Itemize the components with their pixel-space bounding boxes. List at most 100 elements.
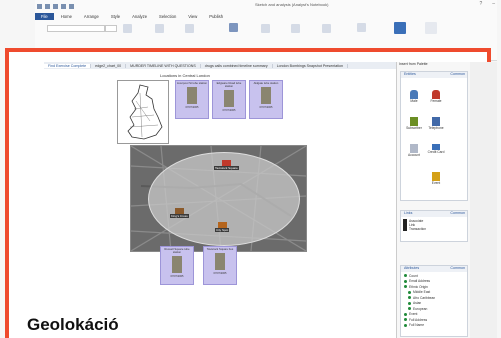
link-swatch-icon	[403, 227, 407, 231]
entity-female[interactable]: Female	[426, 90, 446, 103]
account-icon	[410, 144, 418, 153]
attribute-label: Afro Caribbean	[413, 295, 436, 300]
pin-label: Tavistock Square	[214, 166, 239, 170]
menu-style[interactable]: Style	[106, 14, 125, 19]
save-icon[interactable]	[37, 3, 42, 9]
card-caption: Edgware Road tube station	[216, 81, 242, 89]
entity-event[interactable]: Event	[426, 172, 446, 185]
entities-section: Entities Common Male Female Subscriber T…	[400, 71, 468, 201]
entity-style-icon[interactable]	[123, 24, 132, 33]
frame-color-icon[interactable]	[155, 24, 164, 33]
photo-thumbnail	[215, 253, 225, 271]
change-entity-icon[interactable]	[425, 22, 437, 34]
attribute-item[interactable]: Full Name	[404, 323, 464, 329]
menu-analyze[interactable]: Analyze	[127, 14, 152, 19]
entity-label: Credit Card	[427, 150, 445, 154]
menu-file[interactable]: File	[35, 12, 54, 20]
links-section: Links Common Associate Link Transaction	[400, 210, 468, 242]
card-caption: Liverpool St tube station	[176, 81, 207, 85]
photo-thumbnail	[172, 256, 182, 274]
card-date: 07/07/2005	[222, 109, 236, 113]
chart-title: Locations in Central London	[160, 73, 210, 78]
attribute-label: Ethnic Origin	[409, 284, 428, 289]
male-icon	[410, 90, 418, 99]
attribute-dot-icon	[404, 318, 407, 322]
attribute-dot-icon	[404, 323, 407, 327]
entity-label: Account	[408, 153, 420, 157]
entity-label: Female	[430, 99, 442, 103]
tab-find-exercise[interactable]: Find Exercise Complete	[44, 63, 92, 68]
map-pin[interactable]: City Spot	[215, 222, 230, 232]
entity-account[interactable]: Account	[404, 144, 424, 157]
open-icon[interactable]	[61, 3, 66, 9]
window-controls: ? –	[479, 1, 495, 7]
attribute-label: Full Name	[409, 323, 425, 328]
attributes-title: Attributes	[404, 266, 420, 270]
format-painter-icon[interactable]	[394, 22, 406, 34]
quick-access-toolbar	[37, 2, 74, 10]
attribute-dot-icon	[404, 279, 407, 283]
attribute-dot-icon	[408, 296, 411, 300]
attribute-dot-icon	[408, 301, 411, 305]
menu-view[interactable]: View	[183, 14, 202, 19]
print-icon[interactable]	[69, 3, 74, 9]
card-caption: Russell Square tube station	[164, 247, 190, 255]
uk-map-inset	[117, 80, 169, 144]
map-pin[interactable]: Tavistock Square	[214, 160, 239, 170]
subscriber-icon	[410, 117, 418, 126]
map-pin[interactable]: King's Cross	[170, 208, 189, 218]
menu-bar: File Home Arrange Style Analyze Selectio…	[35, 12, 228, 20]
attribute-label: Full Address	[409, 317, 428, 322]
style-icon[interactable]	[185, 24, 194, 33]
card-date: 07/07/2005	[213, 272, 227, 276]
menu-selection[interactable]: Selection	[154, 14, 181, 19]
attributes-section: Attributes Common Count Email Address Et…	[400, 265, 468, 337]
links-title: Links	[404, 211, 413, 215]
tab-drugs-calls[interactable]: drugs calls combined timeline summary	[201, 63, 273, 68]
minimize-icon[interactable]: –	[492, 1, 495, 7]
entities-title: Entities	[404, 72, 416, 76]
menu-publish[interactable]: Publish	[204, 14, 228, 19]
undo-icon[interactable]	[45, 3, 50, 9]
menu-arrange[interactable]: Arrange	[79, 14, 104, 19]
font-name-field[interactable]	[47, 25, 105, 32]
secondary-palette-strip	[470, 62, 497, 338]
photo-card[interactable]: Russell Square tube station 07/07/2005	[160, 246, 194, 285]
entity-telephone[interactable]: Telephone	[426, 117, 446, 130]
entities-title-bar: Entities Common	[401, 72, 467, 78]
menu-home[interactable]: Home	[56, 14, 77, 19]
entity-subscriber[interactable]: Subscriber	[404, 117, 424, 130]
attribute-label: European	[413, 306, 428, 311]
entity-credit-card[interactable]: Credit Card	[426, 144, 446, 154]
photo-card[interactable]: Tavistock Square bus 07/07/2005	[203, 246, 237, 285]
redo-icon[interactable]	[53, 3, 58, 9]
tab-london-bombings[interactable]: London Bombings Snapshot Presentation	[273, 63, 349, 68]
tab-murder-timeline[interactable]: MURDER TIMELINE WITH QUESTIONS	[126, 63, 201, 68]
card-date: 07/07/2005	[170, 275, 184, 279]
chart-tabs: Find Exercise Complete edge2_chart_00 MU…	[44, 62, 396, 69]
help-icon[interactable]: ?	[479, 1, 482, 7]
type-icon[interactable]	[291, 24, 300, 33]
telephone-icon	[432, 117, 440, 126]
attribute-label: Count	[409, 273, 418, 278]
link-transaction[interactable]: Transaction	[403, 227, 465, 231]
photo-card[interactable]: Aldgate tube station 07/07/2005	[249, 80, 283, 119]
tab-edge2[interactable]: edge2_chart_00	[91, 63, 127, 68]
entity-male[interactable]: Male	[404, 90, 424, 103]
link-style-icon[interactable]	[229, 23, 238, 32]
photo-card[interactable]: Edgware Road tube station 07/07/2005	[212, 80, 246, 119]
attribute-label: Asian	[413, 301, 422, 306]
links-filter[interactable]: Common	[450, 211, 465, 217]
entity-label: Male	[410, 99, 418, 103]
emphasize-icon[interactable]	[322, 24, 331, 33]
link-color-icon[interactable]	[261, 24, 270, 33]
attribute-dot-icon	[404, 285, 407, 289]
entities-filter[interactable]: Common	[450, 72, 465, 78]
entity-label: Subscriber	[406, 126, 422, 130]
attributes-filter[interactable]: Common	[450, 266, 465, 272]
female-icon	[432, 90, 440, 99]
photo-card[interactable]: Liverpool St tube station 07/07/2005	[175, 80, 209, 119]
binding-icon[interactable]	[357, 23, 366, 32]
font-size-field[interactable]	[105, 25, 117, 32]
event-icon	[432, 172, 440, 181]
